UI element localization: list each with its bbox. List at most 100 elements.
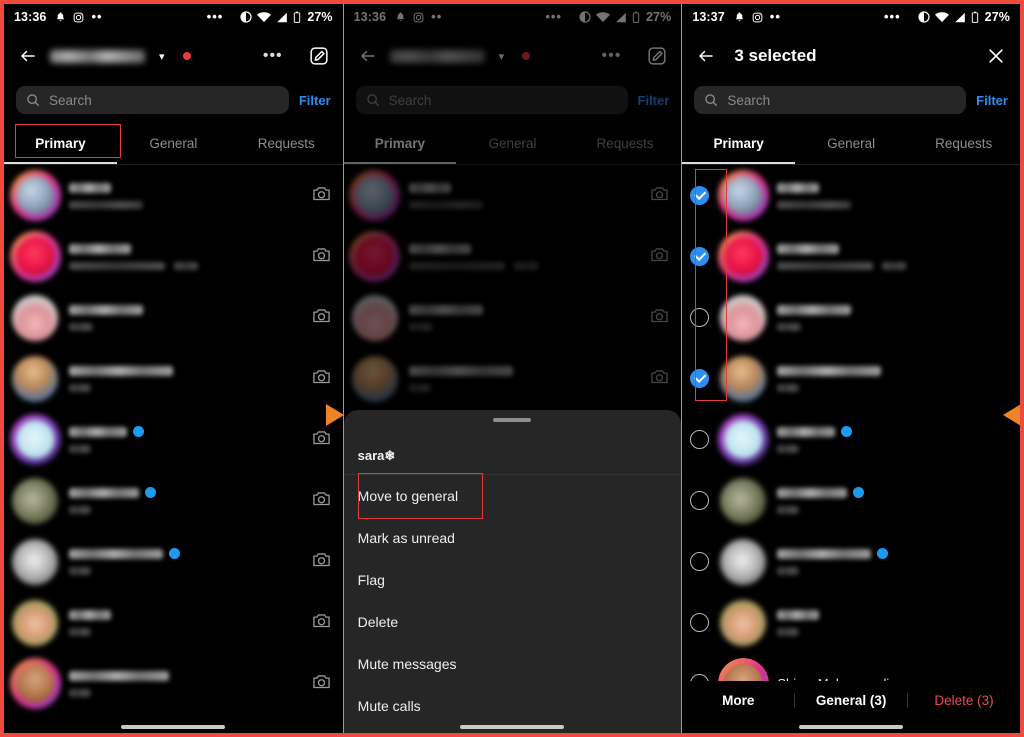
avatar[interactable] [720, 355, 767, 402]
conversation-row[interactable] [344, 348, 682, 409]
tab-primary[interactable]: Primary [682, 122, 795, 164]
camera-icon[interactable] [650, 368, 669, 390]
avatar[interactable] [720, 538, 767, 585]
checkbox-unchecked[interactable] [690, 430, 710, 449]
move-to-general-action-button[interactable]: General (3) [794, 692, 907, 708]
checkbox-checked[interactable] [690, 186, 710, 205]
conversation-row[interactable] [4, 287, 343, 348]
tab-primary[interactable]: Primary [4, 122, 117, 164]
avatar[interactable] [349, 170, 401, 221]
tab-requests[interactable]: Requests [907, 122, 1020, 164]
avatar[interactable] [12, 355, 58, 402]
chevron-down-icon[interactable]: ▾ [159, 50, 165, 63]
search-input[interactable]: Search [16, 86, 289, 114]
conversation-row[interactable] [4, 165, 343, 226]
checkbox-unchecked[interactable] [690, 308, 710, 327]
more-horizontal-icon[interactable]: ••• [263, 48, 283, 64]
avatar[interactable] [720, 599, 767, 646]
conversation-row[interactable] [4, 653, 343, 714]
tab-general[interactable]: General [795, 122, 908, 164]
checkbox-checked[interactable] [690, 369, 710, 388]
filter-link[interactable]: Filter [638, 93, 670, 108]
conversation-row[interactable] [4, 531, 343, 592]
camera-icon[interactable] [312, 673, 331, 695]
filter-link[interactable]: Filter [299, 93, 331, 108]
camera-icon[interactable] [312, 307, 331, 329]
sheet-item-mute-calls[interactable]: Mute calls [344, 685, 682, 727]
conversation-list-selectable[interactable]: Shima Mohammadi [682, 165, 1020, 714]
camera-icon[interactable] [650, 307, 669, 329]
checkbox-checked[interactable] [690, 247, 710, 266]
camera-icon[interactable] [312, 612, 331, 634]
avatar[interactable] [351, 294, 398, 341]
sheet-item-flag[interactable]: Flag [344, 559, 682, 601]
camera-icon[interactable] [312, 490, 331, 512]
conversation-row[interactable] [344, 226, 682, 287]
back-arrow-icon[interactable] [18, 47, 38, 65]
conversation-row[interactable] [4, 409, 343, 470]
avatar[interactable] [9, 231, 61, 282]
chevron-down-icon[interactable]: ▾ [499, 50, 505, 63]
conversation-row-selectable[interactable] [682, 592, 1020, 653]
search-input[interactable]: Search [355, 86, 628, 114]
avatar[interactable] [720, 477, 767, 524]
back-arrow-icon[interactable] [358, 47, 378, 65]
account-username-redacted[interactable] [389, 49, 485, 63]
conversation-list[interactable] [4, 165, 343, 714]
conversation-row-selectable[interactable] [682, 287, 1020, 348]
checkbox-unchecked[interactable] [690, 552, 710, 571]
tab-general[interactable]: General [456, 122, 569, 164]
sheet-item-mute-messages[interactable]: Mute messages [344, 643, 682, 685]
avatar[interactable] [12, 599, 58, 646]
account-username-redacted[interactable] [50, 49, 145, 63]
conversation-row[interactable] [4, 226, 343, 287]
avatar[interactable] [12, 294, 58, 341]
camera-icon[interactable] [312, 185, 331, 207]
tab-general[interactable]: General [117, 122, 230, 164]
camera-icon[interactable] [312, 368, 331, 390]
conversation-row-selectable[interactable] [682, 226, 1020, 287]
avatar[interactable] [349, 231, 401, 282]
checkbox-unchecked[interactable] [690, 491, 710, 510]
more-horizontal-icon[interactable]: ••• [602, 48, 622, 64]
avatar[interactable] [717, 414, 769, 465]
conversation-row-selectable[interactable] [682, 348, 1020, 409]
tab-primary[interactable]: Primary [344, 122, 457, 164]
avatar[interactable] [717, 170, 769, 221]
conversation-row[interactable] [344, 165, 682, 226]
close-x-icon[interactable] [986, 46, 1006, 66]
tab-requests[interactable]: Requests [230, 122, 343, 164]
sheet-item-delete[interactable]: Delete [344, 601, 682, 643]
avatar[interactable] [717, 231, 769, 282]
camera-icon[interactable] [312, 246, 331, 268]
camera-icon[interactable] [650, 246, 669, 268]
conversation-row[interactable] [344, 287, 682, 348]
avatar[interactable] [12, 477, 58, 524]
compose-pencil-icon[interactable] [309, 46, 329, 66]
conversation-row-selectable[interactable] [682, 409, 1020, 470]
conversation-row[interactable] [4, 592, 343, 653]
filter-link[interactable]: Filter [976, 93, 1008, 108]
delete-action-button[interactable]: Delete (3) [907, 692, 1020, 708]
more-action-button[interactable]: More [682, 693, 794, 708]
avatar[interactable] [9, 170, 61, 221]
conversation-row-selectable[interactable] [682, 470, 1020, 531]
tab-requests[interactable]: Requests [569, 122, 682, 164]
conversation-row[interactable] [4, 348, 343, 409]
avatar[interactable] [9, 658, 61, 709]
avatar[interactable] [351, 355, 398, 402]
conversation-row-selectable[interactable] [682, 165, 1020, 226]
avatar[interactable] [720, 294, 767, 341]
camera-icon[interactable] [312, 551, 331, 573]
camera-icon[interactable] [312, 429, 331, 451]
camera-icon[interactable] [650, 185, 669, 207]
conversation-row-selectable[interactable] [682, 531, 1020, 592]
checkbox-unchecked[interactable] [690, 613, 710, 632]
back-arrow-icon[interactable] [696, 47, 716, 65]
search-input[interactable]: Search [694, 86, 967, 114]
conversation-row[interactable] [4, 470, 343, 531]
compose-pencil-icon[interactable] [647, 46, 667, 66]
avatar[interactable] [9, 414, 61, 465]
avatar[interactable] [12, 538, 58, 585]
sheet-item-move-to-general[interactable]: Move to general [344, 475, 682, 517]
